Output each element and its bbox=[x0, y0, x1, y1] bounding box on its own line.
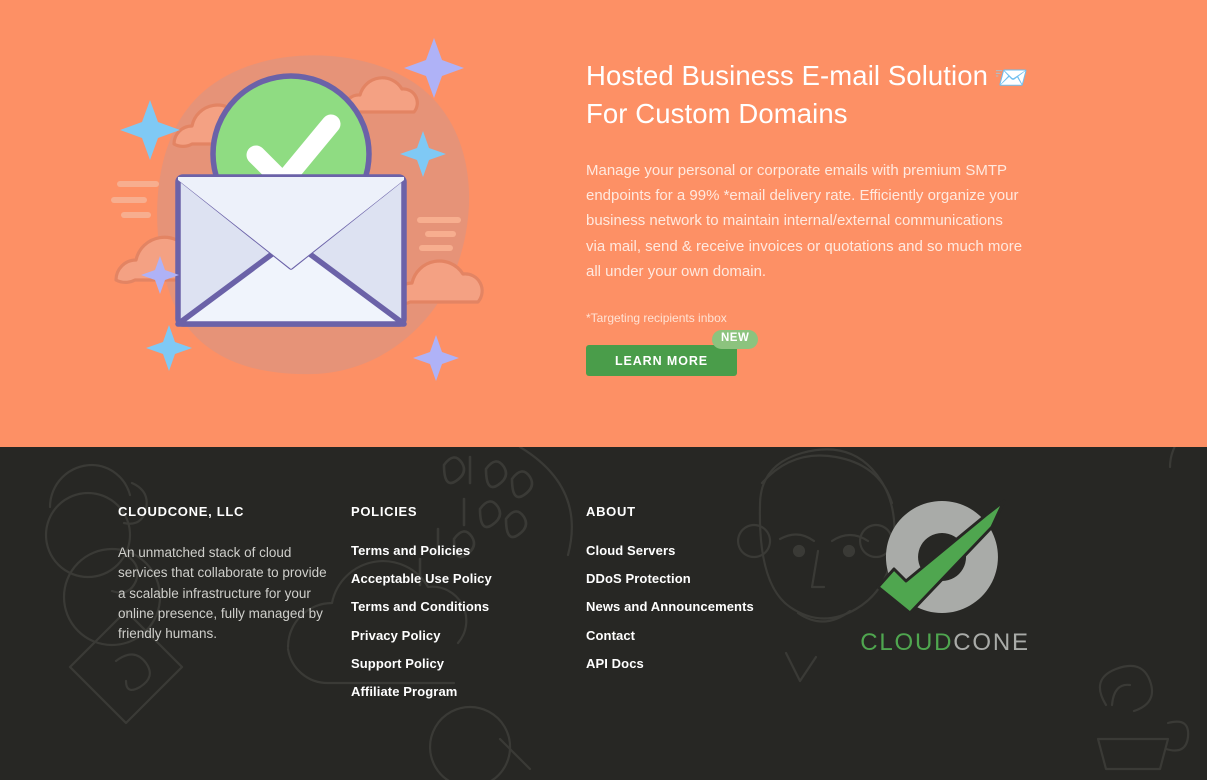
wordmark-cloud: CLOUD bbox=[860, 629, 954, 656]
hero-footnote: *Targeting recipients inbox bbox=[586, 311, 727, 326]
footer-link-api-docs[interactable]: API Docs bbox=[586, 656, 816, 671]
new-badge: NEW bbox=[712, 330, 759, 349]
footer-column-policies: POLICIES Terms and Policies Acceptable U… bbox=[351, 504, 571, 712]
footer-link-news-and-announcements[interactable]: News and Announcements bbox=[586, 599, 816, 614]
learn-more-cta-wrapper: LEARN MORE NEW bbox=[586, 330, 759, 377]
footer-heading-company: CLOUDCONE, LLC bbox=[118, 504, 245, 519]
page-title: Hosted Business E-mail Solution 📨 For Cus… bbox=[586, 58, 1046, 132]
cloudcone-logo-mark bbox=[876, 499, 1006, 615]
hero-copy: Hosted Business E-mail Solution 📨 For Cus… bbox=[586, 58, 1046, 377]
incoming-envelope-emoji: 📨 bbox=[994, 62, 1029, 93]
footer-link-contact[interactable]: Contact bbox=[586, 628, 816, 643]
footer-heading-about: ABOUT bbox=[586, 504, 636, 519]
cloudcone-logo[interactable]: CLOUDCONE bbox=[845, 495, 1045, 657]
cloudcone-wordmark: CLOUDCONE bbox=[845, 629, 1045, 657]
footer-column-about: ABOUT Cloud Servers DDoS Protection News… bbox=[586, 504, 816, 684]
footer-heading-policies: POLICIES bbox=[351, 504, 418, 519]
footer-company-description: An unmatched stack of cloud services tha… bbox=[118, 545, 327, 642]
footer-link-terms-and-conditions[interactable]: Terms and Conditions bbox=[351, 599, 571, 614]
footer-link-support-policy[interactable]: Support Policy bbox=[351, 656, 571, 671]
footer-section: CLOUDCONE, LLC An unmatched stack of clo… bbox=[0, 447, 1207, 780]
verified-email-envelope-illustration bbox=[108, 22, 508, 422]
footer-link-ddos-protection[interactable]: DDoS Protection bbox=[586, 571, 816, 586]
hero-description: Manage your personal or corporate emails… bbox=[586, 162, 1023, 280]
hero-title-line-1: Hosted Business E-mail Solution bbox=[586, 60, 989, 91]
footer-link-affiliate-program[interactable]: Affiliate Program bbox=[351, 684, 571, 699]
footer-column-company: CLOUDCONE, LLC An unmatched stack of clo… bbox=[118, 504, 336, 644]
footer-link-terms-and-policies[interactable]: Terms and Policies bbox=[351, 543, 571, 558]
footer-link-privacy-policy[interactable]: Privacy Policy bbox=[351, 628, 571, 643]
hero-section: Hosted Business E-mail Solution 📨 For Cus… bbox=[0, 0, 1207, 447]
learn-more-button[interactable]: LEARN MORE bbox=[586, 345, 737, 377]
hero-title-line-2: For Custom Domains bbox=[586, 98, 848, 129]
footer-link-cloud-servers[interactable]: Cloud Servers bbox=[586, 543, 816, 558]
footer-link-acceptable-use-policy[interactable]: Acceptable Use Policy bbox=[351, 571, 571, 586]
page-root: Hosted Business E-mail Solution 📨 For Cus… bbox=[0, 0, 1207, 780]
wordmark-cone: CONE bbox=[953, 629, 1030, 656]
